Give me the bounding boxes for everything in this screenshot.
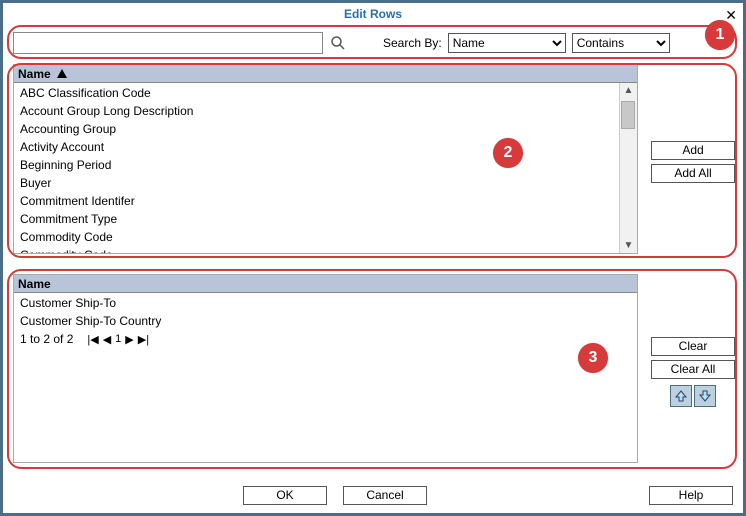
search-mode-select[interactable]: Contains [572, 33, 670, 53]
dialog-buttons: OK Cancel Help [3, 486, 743, 505]
list-item[interactable]: Commodity Code [16, 228, 635, 246]
current-page: 1 [115, 333, 121, 346]
arrow-down-icon [698, 389, 712, 403]
list-item[interactable]: Activity Account [16, 138, 635, 156]
selected-list-body: Customer Ship-To Customer Ship-To Countr… [14, 293, 637, 349]
add-button[interactable]: Add [651, 141, 735, 160]
annotation-callout-2: 2 [493, 138, 523, 168]
search-input[interactable] [13, 32, 323, 54]
selected-list: Name Customer Ship-To Customer Ship-To C… [13, 274, 638, 463]
scroll-up-icon[interactable]: ▲ [624, 85, 634, 96]
available-list: Name ABC Classification Code Account Gro… [13, 64, 638, 254]
move-down-button[interactable] [694, 385, 716, 407]
list-item[interactable]: Commitment Type [16, 210, 635, 228]
clear-button[interactable]: Clear [651, 337, 735, 356]
prev-page-icon[interactable]: ◀ [103, 333, 111, 346]
search-field-select[interactable]: Name [448, 33, 566, 53]
ok-button[interactable]: OK [243, 486, 327, 505]
clear-all-button[interactable]: Clear All [651, 360, 735, 379]
list-item[interactable]: Beginning Period [16, 156, 635, 174]
search-by-label: Search By: [383, 36, 442, 50]
next-page-icon[interactable]: ▶ [125, 333, 133, 346]
edit-rows-dialog: Edit Rows ✕ Search By: Name Contains 1 2… [0, 0, 746, 516]
available-header-label: Name [18, 67, 51, 81]
pager: 1 to 2 of 2 |◀ ◀ 1 ▶ ▶| [16, 330, 635, 348]
available-list-header[interactable]: Name [14, 65, 637, 83]
scroll-down-icon[interactable]: ▼ [624, 240, 634, 251]
add-all-button[interactable]: Add All [651, 164, 735, 183]
search-row: Search By: Name Contains [13, 29, 733, 57]
selected-actions: Clear Clear All [651, 337, 735, 407]
list-item[interactable]: ABC Classification Code [16, 84, 635, 102]
pager-text: 1 to 2 of 2 [20, 332, 73, 346]
titlebar: Edit Rows ✕ [3, 3, 743, 23]
list-item[interactable]: Accounting Group [16, 120, 635, 138]
help-button[interactable]: Help [649, 486, 733, 505]
list-item[interactable]: Commitment Identifer [16, 192, 635, 210]
reorder-buttons [670, 385, 716, 407]
annotation-callout-1: 1 [705, 20, 735, 50]
last-page-icon[interactable]: ▶| [138, 333, 149, 346]
sort-asc-icon [57, 69, 67, 78]
selected-header-label: Name [18, 277, 51, 291]
list-item[interactable]: Customer Ship-To [16, 294, 635, 312]
available-list-body: ABC Classification Code Account Group Lo… [14, 83, 637, 254]
search-icon[interactable] [329, 34, 347, 52]
list-item[interactable]: Account Group Long Description [16, 102, 635, 120]
list-item[interactable]: Commodity Code [16, 246, 635, 254]
first-page-icon[interactable]: |◀ [87, 333, 98, 346]
cancel-button[interactable]: Cancel [343, 486, 427, 505]
list-item[interactable]: Buyer [16, 174, 635, 192]
arrow-up-icon [674, 389, 688, 403]
list-item[interactable]: Customer Ship-To Country [16, 312, 635, 330]
selected-list-header[interactable]: Name [14, 275, 637, 293]
available-actions: Add Add All [651, 141, 735, 183]
dialog-title: Edit Rows [344, 7, 402, 21]
move-up-button[interactable] [670, 385, 692, 407]
scrollbar[interactable]: ▲ ▼ [619, 83, 637, 253]
annotation-callout-3: 3 [578, 343, 608, 373]
scroll-thumb[interactable] [621, 101, 635, 129]
